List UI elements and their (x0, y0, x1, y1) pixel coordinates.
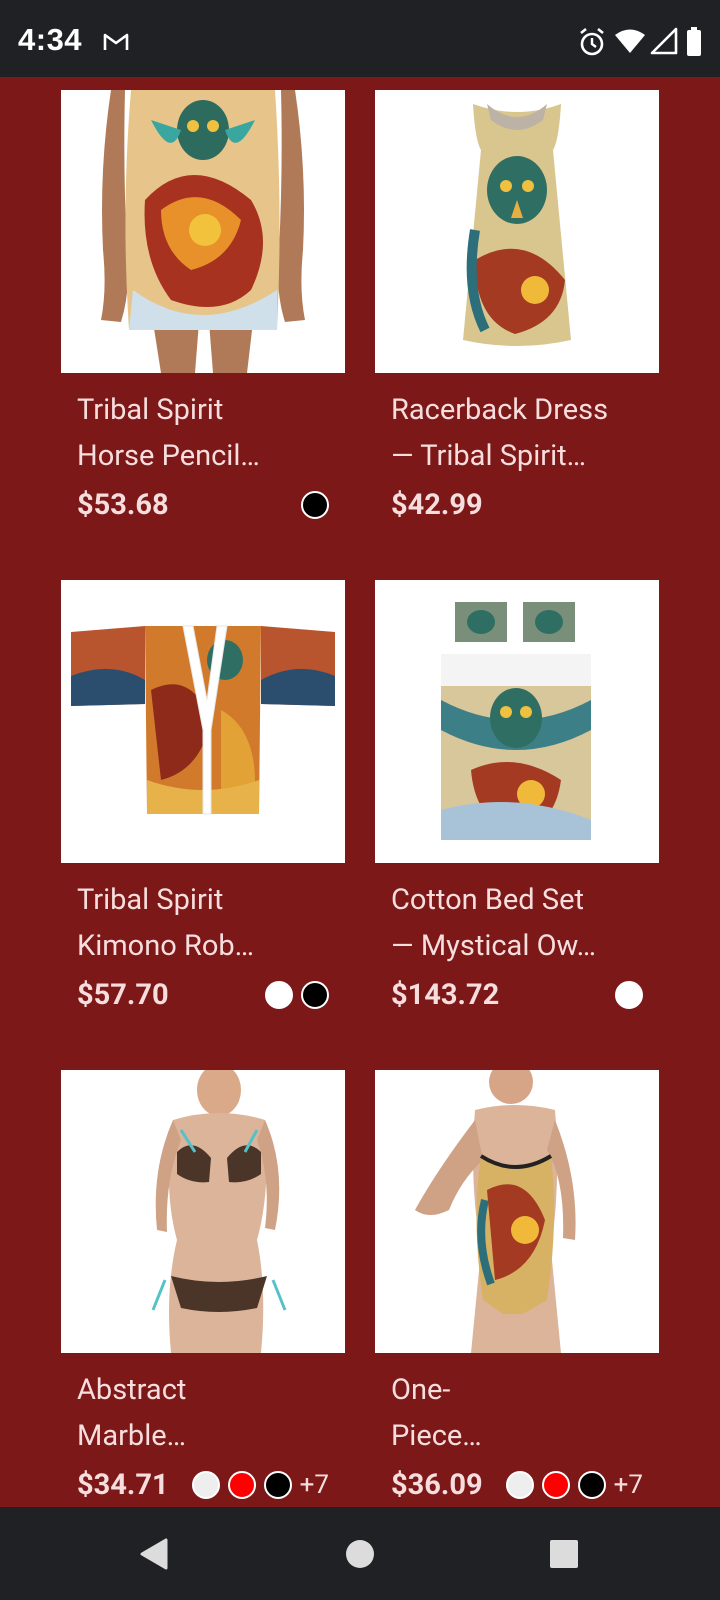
color-swatches (257, 979, 329, 1011)
color-swatch (541, 1471, 570, 1499)
product-image[interactable] (375, 90, 659, 373)
status-bar: 4:34 (0, 0, 720, 77)
price-row: $53.68 (77, 483, 329, 527)
color-swatch (191, 1471, 220, 1499)
color-swatches (607, 979, 643, 1011)
color-swatch (505, 1471, 534, 1499)
product-image[interactable] (375, 580, 659, 863)
color-swatch (227, 1471, 256, 1499)
product-price: $42.99 (391, 488, 483, 522)
home-icon[interactable] (340, 1534, 380, 1574)
product-card[interactable]: Racerback Dress — Tribal Spirit… $42.99 (375, 90, 659, 527)
product-title-line: — Mystical Ow… (391, 929, 596, 963)
product-price: $143.72 (391, 978, 500, 1012)
price-row: $42.99 (391, 483, 643, 527)
color-swatch (263, 1471, 292, 1499)
kimono-robe-image (61, 580, 345, 863)
product-title[interactable]: Racerback Dress — Tribal Spirit… (391, 387, 643, 479)
racerback-dress-image (375, 90, 659, 373)
price-row: $34.71 +7 (77, 1463, 329, 1507)
product-title-line: Tribal Spirit (77, 883, 224, 917)
product-title-line: — Tribal Spirit… (391, 439, 587, 473)
color-swatch (301, 491, 329, 519)
color-swatch (615, 981, 643, 1009)
recents-icon[interactable] (544, 1534, 584, 1574)
navigation-bar (0, 1507, 720, 1600)
product-card[interactable]: One- Piece… $36.09 +7 (375, 1070, 659, 1507)
product-grid[interactable]: Tribal Spirit Horse Pencil… $53.68 Racer… (0, 77, 720, 1507)
more-colors-count: +7 (299, 1470, 329, 1500)
product-title-line: Tribal Spirit (77, 393, 224, 427)
product-title-line: Racerback Dress (391, 393, 609, 427)
product-title[interactable]: Tribal Spirit Horse Pencil… (77, 387, 329, 479)
alarm-icon (580, 27, 604, 56)
product-title-line: One- (391, 1373, 451, 1407)
status-time: 4:34 (18, 22, 83, 57)
battery-icon (687, 27, 701, 56)
product-card[interactable]: Tribal Spirit Kimono Rob… $57.70 (61, 580, 345, 1017)
product-image[interactable] (61, 90, 345, 373)
gmail-icon (103, 33, 129, 50)
product-image[interactable] (375, 1070, 659, 1353)
color-swatches: +7 (184, 1469, 329, 1501)
product-card[interactable]: Tribal Spirit Horse Pencil… $53.68 (61, 90, 345, 527)
product-price: $57.70 (77, 978, 169, 1012)
product-card[interactable]: Abstract Marble… $34.71 +7 (61, 1070, 345, 1507)
color-swatch (301, 981, 329, 1009)
price-row: $36.09 +7 (391, 1463, 643, 1507)
price-row: $57.70 (77, 973, 329, 1017)
product-title[interactable]: Cotton Bed Set — Mystical Ow… (391, 877, 643, 969)
bed-set-image (375, 580, 659, 863)
product-price: $34.71 (77, 1468, 169, 1502)
product-title-line: Horse Pencil… (77, 439, 260, 473)
pencil-skirt-image (61, 90, 345, 373)
product-image[interactable] (61, 580, 345, 863)
product-title[interactable]: Tribal Spirit Kimono Rob… (77, 877, 329, 969)
product-price: $53.68 (77, 488, 169, 522)
color-swatches (293, 489, 329, 521)
more-colors-count: +7 (613, 1470, 643, 1500)
product-title-line: Piece… (391, 1419, 482, 1453)
product-title[interactable]: Abstract Marble… (77, 1367, 329, 1459)
one-piece-swimsuit-image (375, 1070, 659, 1353)
price-row: $143.72 (391, 973, 643, 1017)
product-title-line: Marble… (77, 1419, 187, 1453)
product-title-line: Cotton Bed Set (391, 883, 584, 917)
back-icon[interactable] (134, 1534, 174, 1574)
signal-icon (650, 27, 678, 55)
color-swatch (265, 981, 293, 1009)
product-card[interactable]: Cotton Bed Set — Mystical Ow… $143.72 (375, 580, 659, 1017)
product-title[interactable]: One- Piece… (391, 1367, 643, 1459)
bikini-image (61, 1070, 345, 1353)
product-title-line: Abstract (77, 1373, 187, 1407)
product-price: $36.09 (391, 1468, 483, 1502)
product-image[interactable] (61, 1070, 345, 1353)
color-swatch (577, 1471, 606, 1499)
wifi-icon (615, 29, 645, 53)
color-swatches: +7 (498, 1469, 643, 1501)
product-title-line: Kimono Rob… (77, 929, 255, 963)
